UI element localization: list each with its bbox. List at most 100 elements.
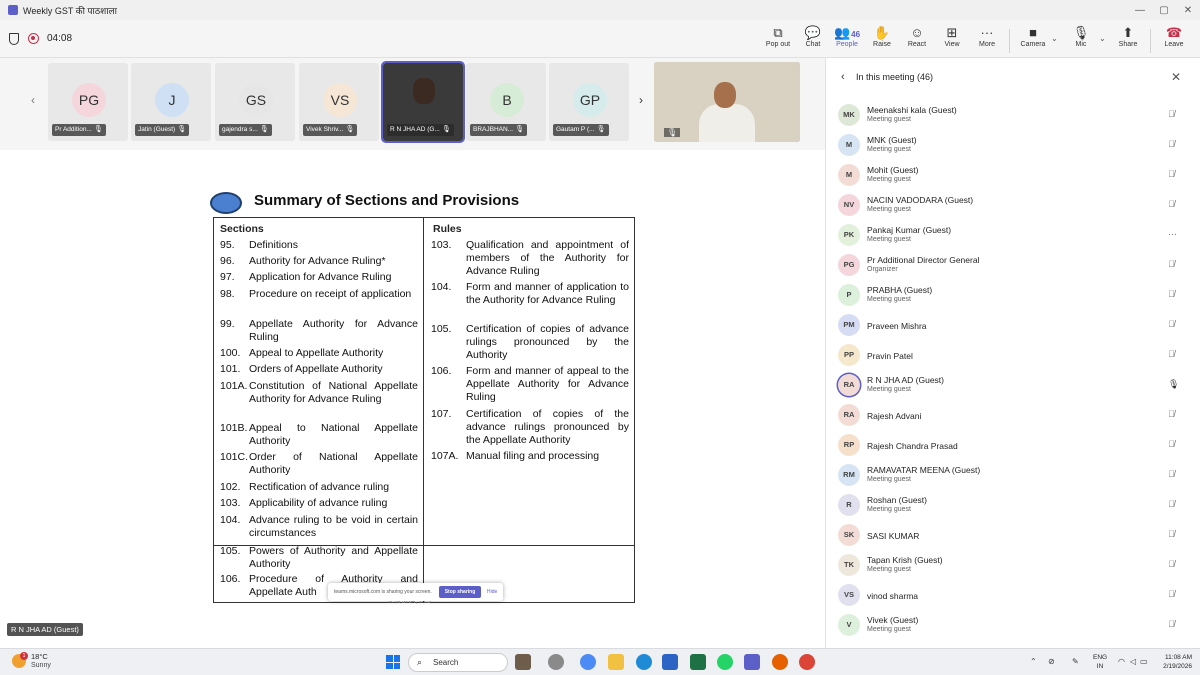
speaker-video[interactable]: 🎙 (654, 62, 800, 142)
taskbar-search[interactable]: ⌕ Search (408, 653, 508, 672)
firefox-icon[interactable] (772, 654, 788, 670)
participant-name: BRAJBHAN... 🎙 (470, 124, 528, 136)
participant-name-text: BRAJBHAN... (473, 126, 514, 133)
participant-avatar: RA (838, 374, 860, 396)
close-panel-icon[interactable]: ✕ (1171, 70, 1181, 84)
section-text: Definitions (249, 239, 299, 251)
participant-row[interactable]: P PRABHA (Guest) Meeting guest 🎙̸ (826, 280, 1200, 310)
people-label: People (836, 41, 858, 48)
participant-tile[interactable]: B BRAJBHAN... 🎙 (466, 63, 546, 141)
whatsapp-icon[interactable] (717, 654, 733, 670)
participant-row[interactable]: V Vivek (Guest) Meeting guest 🎙̸ (826, 610, 1200, 640)
people-button[interactable]: 👥46 People (827, 24, 867, 48)
windows-start-icon[interactable] (386, 655, 400, 669)
section-number: 98. (220, 288, 235, 300)
people-icon: 👥46 (833, 25, 861, 40)
popout-button[interactable]: ⧉ Pop out (758, 24, 798, 48)
stop-sharing-button[interactable]: Stop sharing (439, 586, 481, 598)
back-chevron-icon[interactable]: ‹ (841, 71, 845, 83)
participant-name: Pr Additional Director General (867, 255, 980, 265)
participant-row[interactable]: RM RAMAVATAR MEENA (Guest) Meeting guest 🎙̸ (826, 460, 1200, 490)
participant-tile[interactable]: GP Gautam P (... 🎙 (549, 63, 629, 141)
clock-date: 2/19/2026 (1163, 663, 1192, 670)
section-row: 98. Procedure on receipt of application (220, 288, 418, 314)
view-button[interactable]: ⊞ View (932, 24, 972, 48)
participant-row[interactable]: RP Rajesh Chandra Prasad 🎙̸ (826, 430, 1200, 460)
section-row: 95. Definitions (220, 239, 418, 252)
participant-row[interactable]: RA R N JHA AD (Guest) Meeting guest 🎙 (826, 370, 1200, 400)
mic-off-icon: 🎙 (93, 126, 103, 133)
system-clock[interactable]: 11:08 AM 2/19/2026 (1148, 653, 1192, 671)
participant-row[interactable]: NV NACIN VADODARA (Guest) Meeting guest 🎙̸ (826, 190, 1200, 220)
camera-button[interactable]: ■ Camera (1013, 24, 1053, 48)
react-button[interactable]: ☺ React (897, 24, 937, 48)
participant-tile[interactable]: VS Vivek Shriv... 🎙 (299, 63, 379, 141)
language-indicator[interactable]: ENG IN (1093, 653, 1107, 671)
section-text: Applicability of advance ruling (249, 497, 388, 509)
gallery-next-icon[interactable]: › (639, 93, 643, 107)
mic-off-icon: 🎙 (596, 126, 606, 133)
participant-row[interactable]: PG Pr Additional Director General Organize… (826, 250, 1200, 280)
mic-options-chevron-icon[interactable]: ⌄ (1099, 34, 1106, 43)
participant-avatar: M (838, 134, 860, 156)
teams-icon[interactable] (744, 654, 760, 670)
participant-tile[interactable]: PG Pr Addition... 🎙 (48, 63, 128, 141)
participant-name: Pr Addition... 🎙 (52, 124, 106, 136)
wifi-icon[interactable]: ◠ (1118, 657, 1125, 666)
leave-button[interactable]: ☎ Leave (1154, 24, 1194, 48)
hide-link[interactable]: Hide (487, 589, 497, 595)
participant-row[interactable]: VS vinod sharma 🎙̸ (826, 580, 1200, 610)
mail-icon[interactable] (662, 654, 678, 670)
participant-row[interactable]: PP Pravin Patel 🎙̸ (826, 340, 1200, 370)
participant-row[interactable]: SK SASI KUMAR 🎙̸ (826, 520, 1200, 550)
participant-row[interactable]: M MNK (Guest) Meeting guest 🎙̸ (826, 130, 1200, 160)
participant-tile[interactable]: R N JHA AD (G... 🎙 (381, 61, 465, 143)
more-button[interactable]: ··· More (967, 24, 1007, 48)
participant-tile[interactable]: J Jatin (Guest) 🎙 (131, 63, 211, 141)
participant-name: Mohit (Guest) (867, 165, 919, 175)
participant-row[interactable]: PK Pankaj Kumar (Guest) Meeting guest ··· (826, 220, 1200, 250)
participant-row[interactable]: M Mohit (Guest) Meeting guest 🎙̸ (826, 160, 1200, 190)
minimize-button[interactable]: — (1128, 5, 1152, 16)
share-button[interactable]: ⬆ Share (1108, 24, 1148, 48)
mic-off-icon: 🎙 (664, 128, 681, 137)
raise-hand-button[interactable]: ✋ Raise (862, 24, 902, 48)
participant-name: Vivek Shriv... 🎙 (303, 124, 358, 136)
more-icon[interactable]: ··· (1168, 229, 1177, 239)
participant-avatar: PM (838, 314, 860, 336)
edge-icon[interactable] (636, 654, 652, 670)
section-number: 97. (220, 271, 235, 283)
participant-tile[interactable]: GS gajendra s... 🎙 (215, 63, 295, 141)
participant-row[interactable]: MK Meenakshi kala (Guest) Meeting guest 🎙̸ (826, 100, 1200, 130)
chrome-icon[interactable] (799, 654, 815, 670)
gallery-prev-icon[interactable]: ‹ (31, 93, 35, 107)
participant-row[interactable]: R Roshan (Guest) Meeting guest 🎙̸ (826, 490, 1200, 520)
participant-row[interactable]: RA Rajesh Advani 🎙̸ (826, 400, 1200, 430)
participant-name: R N JHA AD (Guest) (867, 375, 944, 385)
participant-name-text: Vivek Shriv... (306, 126, 344, 133)
battery-icon[interactable]: ▭ (1140, 657, 1148, 666)
tray-chevron-icon[interactable]: ⌃ (1030, 657, 1037, 666)
copilot-icon[interactable] (580, 654, 596, 670)
file-explorer-icon[interactable] (608, 654, 624, 670)
participant-avatar: PK (838, 224, 860, 246)
close-window-button[interactable]: ✕ (1176, 5, 1200, 16)
teams-logo-icon (8, 5, 18, 15)
participant-row[interactable]: PM Praveen Mishra 🎙̸ (826, 310, 1200, 340)
participant-name: gajendra s... 🎙 (219, 124, 272, 136)
participant-row[interactable]: TK Tapan Krish (Guest) Meeting guest 🎙̸ (826, 550, 1200, 580)
mic-button[interactable]: 🎙 Mic (1061, 24, 1101, 48)
weather-icon[interactable]: 1 (12, 652, 28, 668)
maximize-button[interactable]: ▢ (1152, 5, 1176, 16)
excel-icon[interactable] (690, 654, 706, 670)
rule-text: Certification of copies of the advance r… (466, 408, 629, 446)
pen-icon[interactable]: ✎ (1072, 657, 1079, 666)
volume-icon[interactable]: ◁ (1130, 657, 1136, 666)
mic-off-icon: 🎙 (259, 126, 269, 133)
app-icon[interactable] (548, 654, 564, 670)
camera-options-chevron-icon[interactable]: ⌄ (1051, 34, 1058, 43)
tray-app-icon[interactable]: ⊘ (1048, 657, 1055, 666)
slide-title: Summary of Sections and Provisions (254, 192, 520, 209)
rule-text: Certification of copies of advance rulin… (466, 323, 629, 361)
widgets-icon[interactable] (515, 654, 531, 670)
